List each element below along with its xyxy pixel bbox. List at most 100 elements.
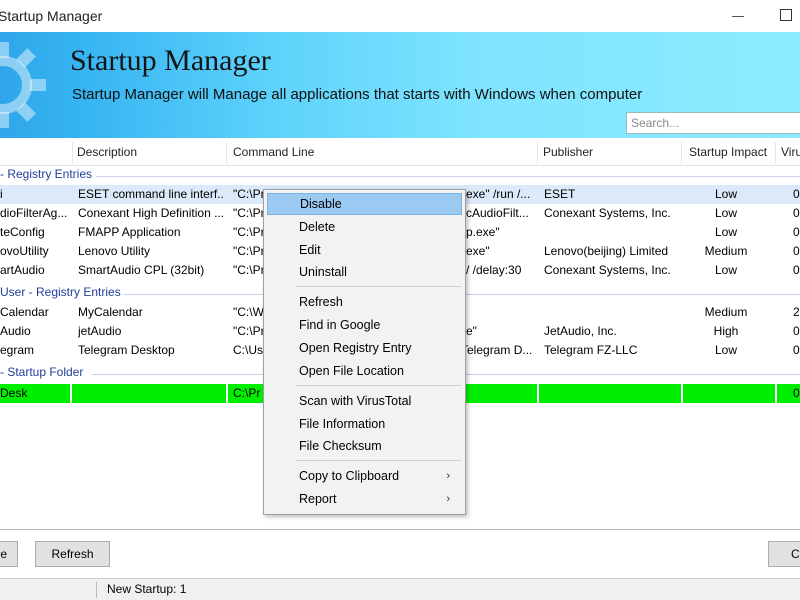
cell-publisher	[544, 384, 680, 403]
refresh-button[interactable]: Refresh	[35, 541, 110, 567]
cell-divider	[226, 384, 228, 403]
column-header-publisher[interactable]: Publisher	[538, 138, 680, 166]
cell-name: artAudio	[0, 263, 45, 277]
bottom-toolbar: e Refresh C	[0, 530, 800, 578]
cell-description: MyCalendar	[78, 305, 143, 319]
cell-virustotal: 0	[793, 206, 800, 220]
menu-item-open-file-location[interactable]: Open File Location	[267, 360, 462, 382]
minimize-icon[interactable]	[732, 16, 744, 17]
cell-command: "C:\Pr	[233, 225, 263, 239]
cell-command: "C:\Pr	[233, 324, 263, 338]
context-menu: Disable Delete Edit Uninstall Refresh Fi…	[263, 189, 466, 515]
chevron-right-icon: ›	[446, 493, 450, 505]
status-new-startup: New Startup: 1	[107, 582, 187, 596]
cell-impact	[684, 384, 768, 403]
menu-item-refresh[interactable]: Refresh	[267, 291, 462, 313]
menu-separator	[296, 385, 461, 386]
cell-name: Desk	[0, 386, 28, 400]
cell-command-tail: e"	[466, 324, 477, 338]
menu-item-file-information[interactable]: File Information	[267, 413, 462, 435]
cell-name: Calendar	[0, 305, 49, 319]
gear-logo-icon	[0, 42, 46, 128]
cell-description	[78, 384, 224, 403]
cell-name: Audio	[0, 324, 31, 338]
maximize-icon[interactable]	[780, 9, 792, 21]
cell-command: "C:\Pr	[233, 187, 263, 201]
column-divider	[226, 142, 227, 164]
search-input[interactable]	[626, 112, 800, 134]
cell-impact: High	[713, 324, 739, 338]
cell-command: "C:\Pr	[233, 244, 263, 258]
app-banner: Startup Manager Startup Manager will Man…	[0, 32, 800, 138]
cell-name: ovoUtility	[0, 244, 49, 258]
cell-description: ESET command line interf...	[78, 187, 224, 201]
cell-impact: Low	[714, 225, 737, 239]
status-divider	[96, 582, 97, 598]
cell-description: Telegram Desktop	[78, 343, 175, 357]
window-title: Startup Manager	[0, 8, 103, 24]
cell-command: C:\Us	[233, 343, 263, 357]
group-registry-entries[interactable]: - Registry Entries	[0, 166, 800, 184]
group-label: User - Registry Entries	[0, 285, 121, 299]
menu-item-delete[interactable]: Delete	[267, 216, 462, 238]
menu-item-scan-virustotal[interactable]: Scan with VirusTotal	[267, 390, 462, 412]
close-button[interactable]: C	[768, 541, 800, 567]
cell-command-tail: cAudioFilt...	[466, 206, 529, 220]
menu-item-copy-to-clipboard[interactable]: Copy to Clipboard ›	[267, 465, 462, 487]
cell-impact: Medium	[704, 244, 748, 258]
cell-name: i	[0, 187, 3, 201]
menu-item-uninstall[interactable]: Uninstall	[267, 261, 462, 283]
cell-virustotal: 0	[793, 244, 800, 258]
cell-impact: Low	[714, 343, 737, 357]
menu-item-file-checksum[interactable]: File Checksum	[267, 435, 462, 457]
app-title: Startup Manager	[70, 44, 271, 77]
cell-virustotal: 0	[793, 343, 800, 357]
column-header-row: Description Command Line Publisher Start…	[0, 138, 800, 166]
partial-left-button[interactable]: e	[0, 541, 18, 567]
group-label: - Startup Folder	[0, 365, 84, 379]
cell-command: C:\Pr	[233, 386, 261, 400]
cell-description: FMAPP Application	[78, 225, 181, 239]
cell-virustotal: 0	[793, 225, 800, 239]
cell-publisher: ESET	[544, 187, 576, 201]
app-description: Startup Manager will Manage all applicat…	[72, 86, 643, 103]
cell-command-tail: Telegram D...	[461, 343, 533, 357]
cell-publisher: Conexant Systems, Inc.	[544, 206, 671, 220]
column-header-command-line[interactable]: Command Line	[228, 138, 536, 166]
cell-publisher: Telegram FZ-LLC	[544, 343, 638, 357]
menu-item-edit[interactable]: Edit	[267, 239, 462, 261]
cell-virustotal: 0	[793, 324, 800, 338]
cell-impact: Low	[714, 187, 737, 201]
menu-item-report[interactable]: Report ›	[267, 488, 462, 510]
cell-impact: Low	[714, 263, 737, 277]
column-header-startup-impact[interactable]: Startup Impact	[684, 138, 776, 166]
cell-description: Conexant High Definition ...	[78, 206, 224, 220]
menu-item-find-in-google[interactable]: Find in Google	[267, 314, 462, 336]
cell-publisher: Conexant Systems, Inc.	[544, 263, 671, 277]
cell-impact: Low	[714, 206, 737, 220]
cell-name: dioFilterAg...	[0, 206, 68, 220]
cell-name: egram	[0, 343, 35, 357]
column-header-virustotal[interactable]: Viru	[776, 138, 800, 166]
group-divider	[96, 176, 800, 177]
cell-description: Lenovo Utility	[78, 244, 151, 258]
column-divider	[681, 142, 682, 164]
cell-divider	[775, 384, 777, 403]
cell-command: "C:\Pr	[233, 263, 263, 277]
cell-publisher: JetAudio, Inc.	[544, 324, 617, 338]
cell-divider	[681, 384, 683, 403]
cell-divider	[70, 384, 72, 403]
cell-publisher	[544, 223, 680, 242]
cell-impact: Medium	[704, 305, 748, 319]
cell-name: teConfig	[0, 225, 45, 239]
cell-command-tail: p.exe"	[466, 225, 500, 239]
menu-item-label: Report	[299, 492, 337, 506]
cell-command-tail	[466, 303, 536, 322]
cell-command-tail: exe" /run /...	[466, 187, 531, 201]
menu-item-open-registry-entry[interactable]: Open Registry Entry	[267, 337, 462, 359]
column-header-description[interactable]: Description	[72, 138, 226, 166]
cell-publisher	[544, 303, 680, 322]
menu-item-label: Copy to Clipboard	[299, 469, 400, 483]
menu-item-disable[interactable]: Disable	[267, 193, 462, 215]
group-label: - Registry Entries	[0, 167, 93, 181]
